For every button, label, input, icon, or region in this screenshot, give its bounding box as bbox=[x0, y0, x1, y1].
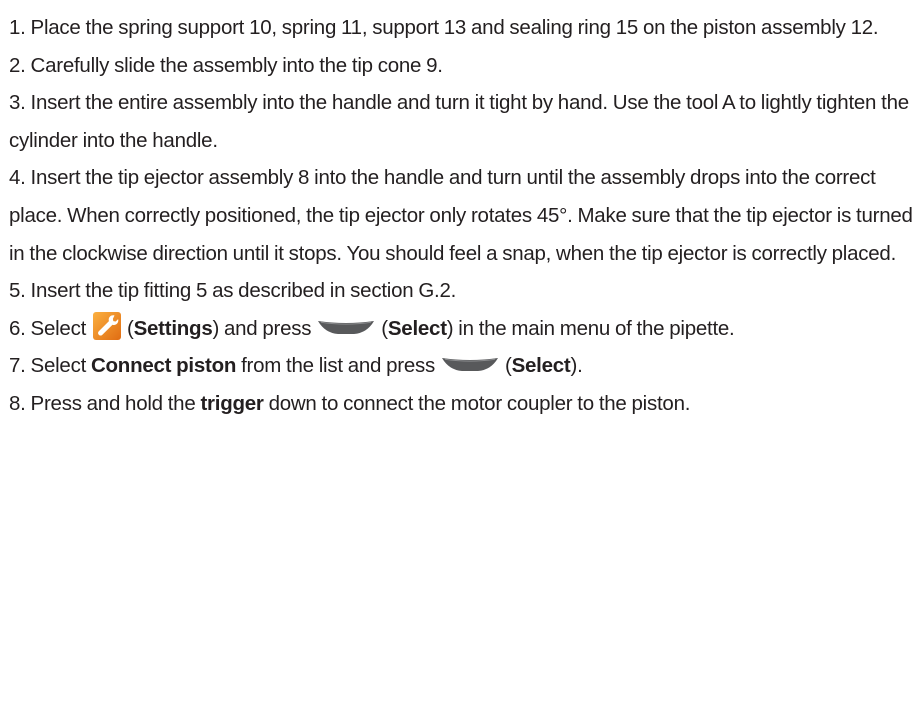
step-6-suffix: ) in the main menu of the pipette. bbox=[446, 316, 735, 340]
step-8: 8. Press and hold the trigger down to co… bbox=[9, 385, 915, 423]
step-5-text: 5. Insert the tip fitting 5 as described… bbox=[9, 279, 457, 303]
step-5: 5. Insert the tip fitting 5 as described… bbox=[9, 272, 915, 310]
select-label: Select bbox=[511, 354, 571, 378]
step-6-prefix: 6. Select bbox=[9, 316, 87, 340]
select-key-icon bbox=[318, 320, 375, 334]
step-6-paren2-open: ( bbox=[381, 316, 388, 340]
step-7: 7. Select Connect piston from the list a… bbox=[9, 347, 915, 385]
instruction-document: 1. Place the spring support 10, spring 1… bbox=[9, 9, 915, 423]
step-1: 1. Place the spring support 10, spring 1… bbox=[9, 9, 915, 47]
step-7-suffix: ). bbox=[570, 354, 583, 378]
step-7-paren-open: ( bbox=[505, 354, 512, 378]
settings-wrench-icon bbox=[93, 311, 122, 340]
trigger-label: trigger bbox=[200, 391, 264, 415]
step-8-prefix: 8. Press and hold the bbox=[9, 391, 201, 415]
step-3: 3. Insert the entire assembly into the h… bbox=[9, 84, 915, 159]
select-label: Select bbox=[387, 316, 447, 340]
step-8-suffix: down to connect the motor coupler to the… bbox=[263, 391, 691, 415]
step-2: 2. Carefully slide the assembly into the… bbox=[9, 47, 915, 85]
connect-piston-label: Connect piston bbox=[90, 354, 237, 378]
step-7-middle: from the list and press bbox=[236, 354, 436, 378]
step-7-prefix: 7. Select bbox=[9, 354, 91, 378]
step-6-paren-open: ( bbox=[127, 316, 134, 340]
step-4: 4. Insert the tip ejector assembly 8 int… bbox=[9, 159, 915, 272]
select-key-icon bbox=[442, 358, 499, 372]
step-4-text: 4. Insert the tip ejector assembly 8 int… bbox=[9, 166, 913, 265]
settings-label: Settings bbox=[133, 316, 213, 340]
step-6: 6. Select (Settings) and press (Select) … bbox=[9, 310, 915, 348]
step-6-middle: ) and press bbox=[212, 316, 312, 340]
step-2-text: 2. Carefully slide the assembly into the… bbox=[9, 53, 443, 77]
step-3-text: 3. Insert the entire assembly into the h… bbox=[9, 91, 909, 152]
step-1-text: 1. Place the spring support 10, spring 1… bbox=[9, 16, 879, 39]
